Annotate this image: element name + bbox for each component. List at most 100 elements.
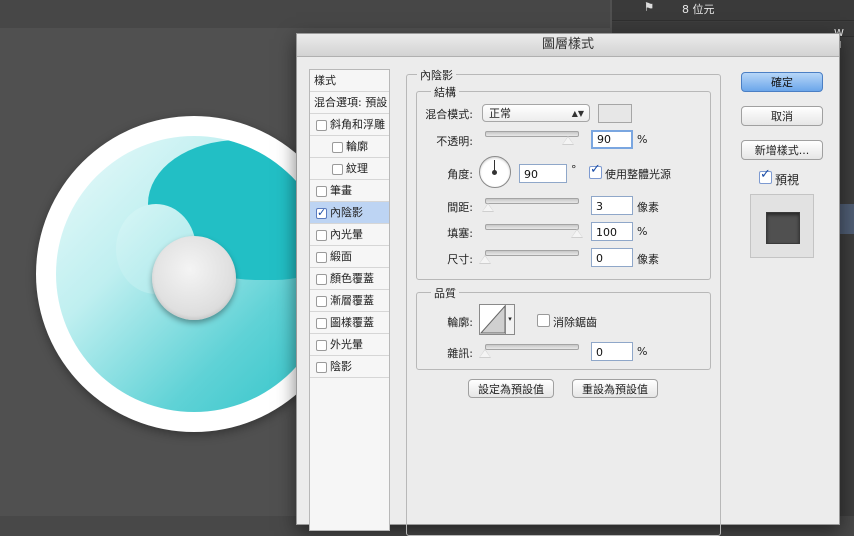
- contour-curve-icon: [479, 304, 506, 334]
- style-enable-checkbox[interactable]: [332, 142, 343, 153]
- style-list-item[interactable]: 外光暈: [310, 334, 389, 356]
- shadow-color-swatch[interactable]: [598, 104, 632, 123]
- layer-row[interactable]: ⚑ 8 位元: [612, 0, 854, 21]
- noise-slider-track[interactable]: [485, 344, 579, 350]
- blend-mode-label: 混合模式:: [425, 108, 473, 121]
- noise-label: 雜訊:: [447, 347, 473, 360]
- style-list-item-label: 內光暈: [330, 228, 363, 241]
- distance-slider-track[interactable]: [485, 198, 579, 204]
- reset-default-button[interactable]: 重設為預設值: [572, 379, 658, 398]
- anti-alias-label: 消除鋸齒: [553, 316, 597, 329]
- select-arrows-icon: ▲▼: [571, 109, 584, 118]
- style-enable-checkbox[interactable]: [316, 274, 327, 285]
- style-list: 樣式 混合選項: 預設 斜角和浮雕輪廓紋理筆畫內陰影內光暈緞面顏色覆蓋漸層覆蓋圖…: [309, 69, 390, 531]
- style-list-item-label: 圖樣覆蓋: [330, 316, 374, 329]
- style-list-item[interactable]: 筆畫: [310, 180, 389, 202]
- style-enable-checkbox[interactable]: [316, 296, 327, 307]
- size-unit: 像素: [637, 253, 659, 266]
- global-light-checkbox[interactable]: [589, 162, 602, 179]
- style-list-item-label: 內陰影: [330, 206, 363, 219]
- style-enable-checkbox[interactable]: [316, 252, 327, 263]
- blend-mode-select[interactable]: 正常 ▲▼: [482, 104, 590, 122]
- angle-label: 角度:: [447, 168, 473, 181]
- preview-checkbox[interactable]: [759, 167, 772, 184]
- style-list-item[interactable]: 陰影: [310, 356, 389, 378]
- style-list-item[interactable]: 漸層覆蓋: [310, 290, 389, 312]
- style-enable-checkbox[interactable]: [316, 340, 327, 351]
- distance-unit: 像素: [637, 201, 659, 214]
- choke-slider-track[interactable]: [485, 224, 579, 230]
- opacity-label: 不透明:: [436, 135, 473, 148]
- quality-title: 品質: [431, 285, 459, 301]
- size-slider-thumb[interactable]: [479, 255, 491, 264]
- style-list-item-label: 陰影: [330, 360, 352, 373]
- preview-label: 預視: [775, 173, 800, 187]
- canvas-top-bar: [0, 0, 610, 28]
- choke-unit: %: [637, 225, 648, 238]
- angle-dial-center: [492, 170, 497, 175]
- style-preview-box: [750, 194, 814, 258]
- size-label: 尺寸:: [447, 253, 473, 266]
- style-enable-checkbox[interactable]: [316, 362, 327, 373]
- choke-input[interactable]: 100: [591, 222, 633, 241]
- style-list-item[interactable]: 輪廓: [310, 136, 389, 158]
- noise-unit: %: [637, 345, 648, 358]
- opacity-input[interactable]: 90: [591, 130, 633, 149]
- opacity-slider-thumb[interactable]: [561, 136, 574, 145]
- choke-label: 填塞:: [447, 227, 473, 240]
- new-style-button[interactable]: 新增樣式...: [741, 140, 823, 160]
- structure-title: 結構: [431, 84, 459, 100]
- angle-input[interactable]: 90: [519, 164, 567, 183]
- distance-input[interactable]: 3: [591, 196, 633, 215]
- style-list-item[interactable]: 顏色覆蓋: [310, 268, 389, 290]
- contour-picker[interactable]: ▾: [479, 304, 515, 335]
- noise-input[interactable]: 0: [591, 342, 633, 361]
- style-list-item[interactable]: 紋理: [310, 158, 389, 180]
- make-default-button[interactable]: 設定為預設值: [468, 379, 554, 398]
- inner-shadow-title: 內陰影: [417, 67, 456, 83]
- angle-dial[interactable]: [479, 156, 511, 188]
- style-list-item-label: 輪廓: [346, 140, 368, 153]
- blend-mode-value: 正常: [489, 107, 511, 120]
- contour-label: 輪廓:: [447, 316, 473, 329]
- style-list-item[interactable]: 內光暈: [310, 224, 389, 246]
- style-list-item[interactable]: 圖樣覆蓋: [310, 312, 389, 334]
- style-list-item-label: 筆畫: [330, 184, 352, 197]
- cancel-button[interactable]: 取消: [741, 106, 823, 126]
- style-list-item-label: 外光暈: [330, 338, 363, 351]
- artwork-knob: [152, 236, 236, 320]
- style-list-item-label: 紋理: [346, 162, 368, 175]
- selected-layer-highlight: [838, 204, 854, 234]
- ok-button[interactable]: 確定: [741, 72, 823, 92]
- style-preview-thumbnail: [766, 212, 800, 244]
- style-enable-checkbox[interactable]: [316, 318, 327, 329]
- blending-options-label: 混合選項: 預設: [314, 96, 388, 109]
- opacity-unit: %: [637, 133, 648, 146]
- style-list-header[interactable]: 樣式: [310, 70, 389, 92]
- size-slider-track[interactable]: [485, 250, 579, 256]
- style-enable-checkbox[interactable]: [316, 230, 327, 241]
- contour-dropdown-arrow[interactable]: ▾: [505, 304, 515, 335]
- choke-slider-thumb[interactable]: [571, 229, 583, 238]
- layer-type-icon: ⚑: [643, 0, 655, 14]
- global-light-label: 使用整體光源: [605, 168, 671, 181]
- style-list-item-label: 緞面: [330, 250, 352, 263]
- noise-slider-thumb[interactable]: [479, 349, 491, 358]
- anti-alias-checkbox[interactable]: [537, 314, 550, 327]
- style-list-item-label: 顏色覆蓋: [330, 272, 374, 285]
- style-enable-checkbox[interactable]: [316, 186, 327, 197]
- distance-label: 間距:: [447, 201, 473, 214]
- size-input[interactable]: 0: [591, 248, 633, 267]
- style-enable-checkbox[interactable]: [332, 164, 343, 175]
- dialog-title[interactable]: 圖層樣式: [297, 34, 839, 57]
- angle-unit: °: [571, 163, 577, 176]
- style-list-item[interactable]: 內陰影: [310, 202, 389, 224]
- style-list-item-label: 斜角和浮雕: [330, 118, 385, 131]
- style-enable-checkbox[interactable]: [316, 120, 327, 131]
- style-enable-checkbox[interactable]: [316, 202, 327, 224]
- style-list-item[interactable]: 緞面: [310, 246, 389, 268]
- style-list-item[interactable]: 斜角和浮雕: [310, 114, 389, 136]
- distance-slider-thumb[interactable]: [481, 203, 494, 212]
- style-list-blending-options[interactable]: 混合選項: 預設: [310, 92, 389, 114]
- style-list-item-label: 漸層覆蓋: [330, 294, 374, 307]
